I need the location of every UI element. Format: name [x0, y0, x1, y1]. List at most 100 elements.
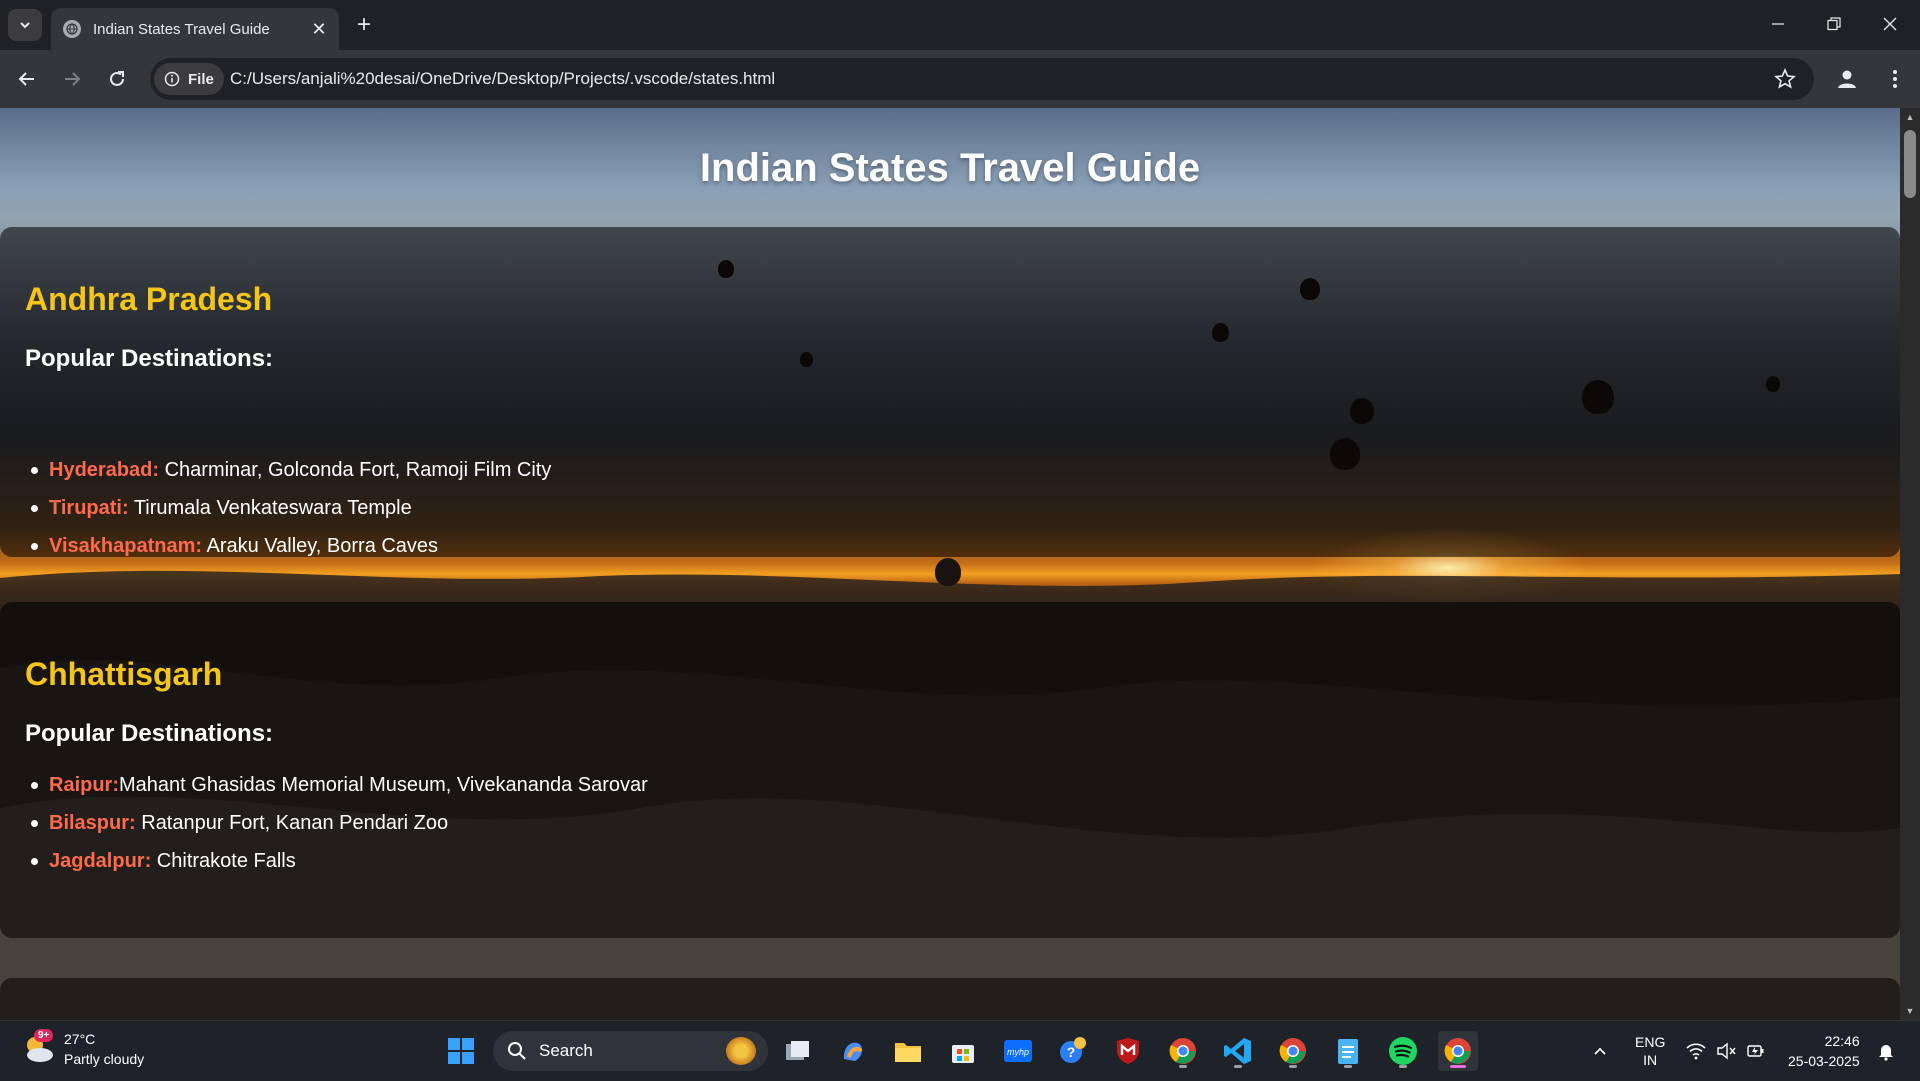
battery-charging-icon	[1747, 1045, 1764, 1057]
city-name: Raipur:	[49, 773, 119, 796]
running-indicator	[1399, 1065, 1407, 1068]
list-item: Bilaspur: Ratanpur Fort, Kanan Pendari Z…	[25, 804, 648, 842]
search-highlight-icon	[726, 1037, 756, 1065]
city-places: Charminar, Golconda Fort, Ramoji Film Ci…	[159, 458, 552, 481]
search-icon	[508, 1042, 526, 1060]
chrome-icon[interactable]	[1163, 1031, 1203, 1071]
chevron-down-icon	[20, 22, 30, 29]
list-item: Visakhapatnam: Araku Valley, Borra Caves	[25, 527, 551, 565]
microsoft-store-icon[interactable]	[943, 1031, 983, 1071]
notepad-icon[interactable]	[1328, 1031, 1368, 1071]
back-button[interactable]	[12, 64, 42, 94]
mcafee-icon[interactable]	[1108, 1031, 1148, 1071]
city-places: Mahant Ghasidas Memorial Museum, Vivekan…	[119, 773, 648, 796]
tab-search-button[interactable]	[8, 9, 42, 41]
city-places: Ratanpur Fort, Kanan Pendari Zoo	[135, 811, 449, 834]
balloon-decoration	[935, 558, 961, 586]
scrollbar-thumb[interactable]	[1904, 130, 1916, 198]
vscode-icon[interactable]	[1218, 1031, 1258, 1071]
chrome-active-icon[interactable]	[1438, 1031, 1478, 1071]
scroll-up-icon[interactable]: ▲	[1905, 112, 1915, 122]
taskbar-search[interactable]: Search	[493, 1031, 768, 1071]
page-scrollbar[interactable]: ▲ ▼	[1900, 108, 1920, 1020]
city-name: Bilaspur:	[49, 811, 136, 834]
city-places: Araku Valley, Borra Caves	[202, 534, 439, 557]
weather-description: Partly cloudy	[64, 1051, 145, 1067]
state-card-chhattisgarh: Chhattisgarh Popular Destinations: Raipu…	[0, 602, 1900, 938]
weather-widget[interactable]: 9+ 27°C Partly cloudy	[20, 1029, 144, 1069]
browser-toolbar: File C:/Users/anjali%20desai/OneDrive/De…	[0, 50, 1920, 108]
running-indicator	[1234, 1065, 1242, 1068]
chevron-up-icon	[1594, 1047, 1606, 1055]
spotify-icon[interactable]	[1383, 1031, 1423, 1071]
globe-icon	[63, 20, 81, 38]
minimize-icon	[1772, 23, 1784, 25]
svg-text:?: ?	[1067, 1044, 1076, 1060]
destination-list: Hyderabad: Charminar, Golconda Fort, Ram…	[25, 451, 551, 565]
get-help-icon[interactable]: ?	[1053, 1031, 1093, 1071]
city-name: Tirupati:	[49, 496, 129, 519]
arrow-left-icon	[18, 72, 34, 86]
file-explorer-icon[interactable]	[888, 1031, 928, 1071]
page-title: Indian States Travel Guide	[699, 146, 1201, 190]
list-item: Hyderabad: Charminar, Golconda Fort, Ram…	[25, 451, 551, 489]
close-tab-icon[interactable]: ✕	[307, 17, 331, 41]
state-card-next	[0, 978, 1900, 1020]
reload-icon	[110, 71, 124, 86]
info-icon	[164, 71, 180, 87]
search-label: Search	[539, 1041, 593, 1060]
running-indicator	[1450, 1065, 1466, 1068]
more-vertical-icon	[1893, 70, 1897, 88]
myhp-icon[interactable]: myhp	[998, 1031, 1038, 1071]
wifi-icon	[1686, 1043, 1706, 1060]
profile-button[interactable]	[1832, 64, 1862, 94]
clock[interactable]: 22:46 25-03-2025	[1788, 1021, 1860, 1081]
tab-strip: Indian States Travel Guide ✕ +	[0, 0, 1920, 50]
popular-destinations-heading: Popular Destinations:	[25, 345, 274, 372]
site-info-chip[interactable]: File	[154, 63, 224, 95]
close-window-button[interactable]	[1862, 0, 1918, 48]
restore-button[interactable]	[1806, 0, 1862, 48]
weather-temperature: 27°C	[64, 1031, 96, 1047]
state-card-andhra-pradesh: Andhra Pradesh Popular Destinations: Hyd…	[0, 227, 1900, 557]
state-name: Andhra Pradesh	[25, 281, 273, 317]
forward-button[interactable]	[57, 64, 87, 94]
bullet-icon	[31, 819, 38, 827]
reload-button[interactable]	[102, 64, 132, 94]
url-text[interactable]: C:/Users/anjali%20desai/OneDrive/Desktop…	[230, 58, 775, 100]
show-hidden-icons-button[interactable]	[1592, 1021, 1608, 1081]
scroll-down-icon[interactable]: ▼	[1905, 1006, 1915, 1016]
bullet-icon	[31, 504, 38, 512]
city-name: Hyderabad:	[49, 458, 160, 481]
copilot-icon[interactable]	[833, 1031, 873, 1071]
arrow-right-icon	[65, 72, 81, 86]
bookmark-star-icon[interactable]	[1774, 68, 1796, 90]
running-indicator	[1289, 1065, 1297, 1068]
minimize-button[interactable]	[1750, 0, 1806, 48]
language-indicator[interactable]: ENG IN	[1635, 1021, 1665, 1081]
start-button[interactable]	[441, 1031, 481, 1071]
notifications-button[interactable]	[1876, 1021, 1896, 1081]
system-tray-icons[interactable]	[1686, 1021, 1766, 1081]
weather-badge: 9+	[34, 1029, 54, 1042]
bullet-icon	[31, 466, 38, 474]
clock-time: 22:46	[1824, 1033, 1860, 1049]
bullet-icon	[31, 781, 38, 789]
city-name: Jagdalpur:	[49, 849, 152, 872]
new-tab-button[interactable]: +	[350, 12, 378, 40]
tab-title: Indian States Travel Guide	[93, 20, 270, 38]
task-view-icon[interactable]	[778, 1031, 818, 1071]
chrome-profile-icon[interactable]	[1273, 1031, 1313, 1071]
city-name: Visakhapatnam:	[49, 534, 203, 557]
bullet-icon	[31, 542, 38, 550]
running-indicator	[1344, 1065, 1352, 1068]
state-name: Chhattisgarh	[25, 656, 223, 692]
browser-menu-button[interactable]	[1880, 64, 1910, 94]
page-viewport[interactable]: Indian States Travel Guide Andhra Prades…	[0, 108, 1920, 1020]
list-item: Tirupati: Tirumala Venkateswara Temple	[25, 489, 551, 527]
active-tab[interactable]: Indian States Travel Guide ✕	[51, 8, 339, 50]
destination-list: Raipur: Mahant Ghasidas Memorial Museum,…	[25, 766, 648, 880]
address-bar[interactable]: File C:/Users/anjali%20desai/OneDrive/De…	[150, 58, 1814, 100]
file-label: File	[188, 70, 214, 88]
running-indicator	[1179, 1065, 1187, 1068]
